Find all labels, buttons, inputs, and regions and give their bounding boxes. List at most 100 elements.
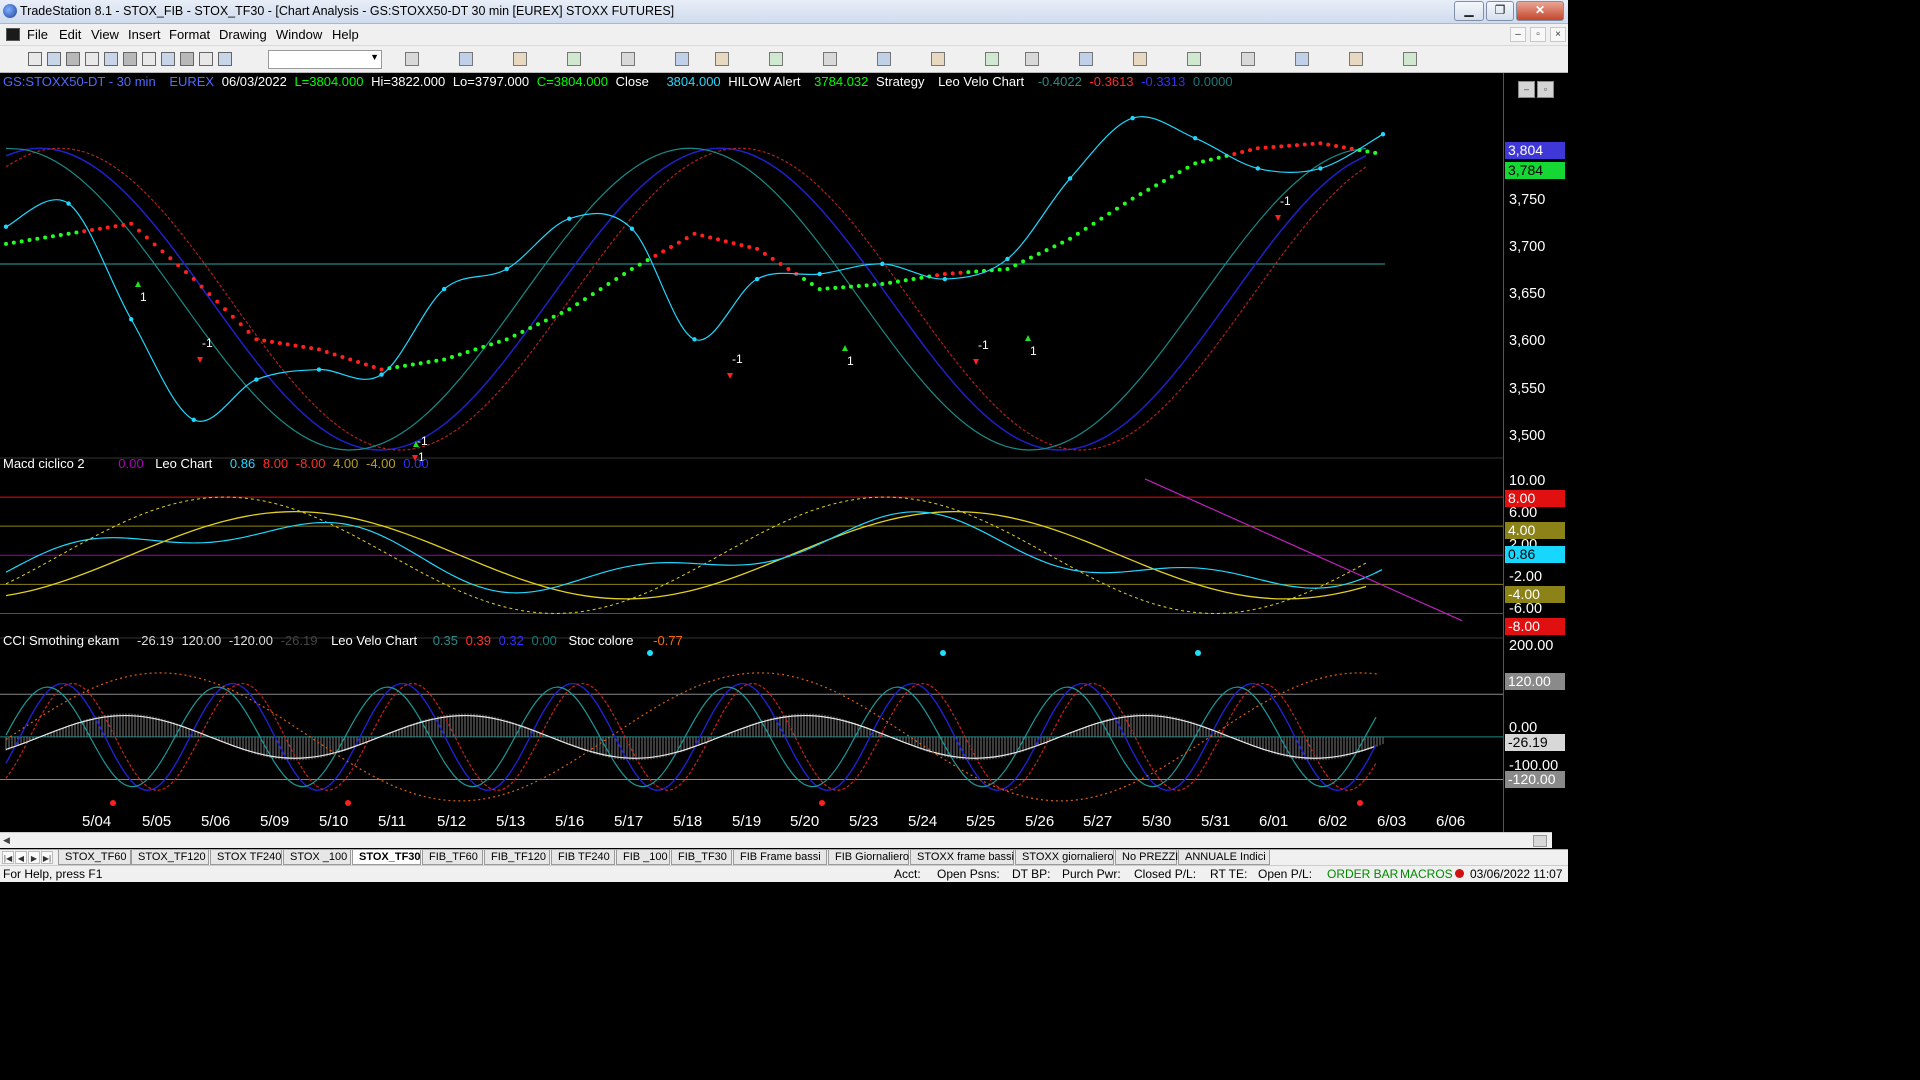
- date-tick: 5/23: [849, 813, 879, 830]
- tab-prev-icon[interactable]: ◀: [15, 851, 27, 864]
- order-bar-button[interactable]: ORDER BAR: [1327, 867, 1398, 881]
- print-icon[interactable]: [123, 52, 137, 66]
- menu-help[interactable]: Help: [332, 27, 359, 42]
- bar-spacing-icon[interactable]: [675, 52, 689, 66]
- signal-arrow: [1025, 335, 1031, 341]
- restore-button[interactable]: ❐: [1486, 1, 1514, 21]
- hilow-dot: [176, 263, 181, 268]
- menu-window[interactable]: Window: [276, 27, 322, 42]
- mdi-close-button[interactable]: ×: [1550, 27, 1566, 42]
- panel-minimize-button[interactable]: –: [1518, 81, 1535, 98]
- tab-stox-tf120[interactable]: STOX_TF120: [131, 850, 209, 865]
- tab-fib-tf240[interactable]: FIB TF240: [551, 850, 615, 865]
- chart-document-icon[interactable]: [6, 28, 20, 41]
- tab-fib-100[interactable]: FIB _100: [616, 850, 670, 865]
- pointer-icon[interactable]: [823, 52, 837, 66]
- hilow-dot: [1216, 155, 1221, 160]
- stoc-high-marker: [647, 650, 653, 656]
- tab-stox-tf240[interactable]: STOX TF240: [210, 850, 282, 865]
- hilow-dot: [880, 282, 885, 287]
- format-icon[interactable]: [180, 52, 194, 66]
- hilow-dot: [230, 314, 235, 319]
- hilow-dot: [1177, 170, 1182, 175]
- hilow-dot: [1083, 226, 1088, 231]
- trendline-icon[interactable]: [1025, 52, 1039, 66]
- signal-arrow: [135, 281, 141, 287]
- hilow-dot: [567, 307, 572, 312]
- tab-next-icon[interactable]: ▶: [28, 851, 40, 864]
- close-point: [817, 271, 822, 277]
- tab-first-icon[interactable]: |◀: [2, 851, 14, 864]
- save-icon[interactable]: [66, 52, 80, 66]
- mdi-minimize-button[interactable]: –: [1510, 27, 1526, 42]
- crosshair-icon[interactable]: [877, 52, 891, 66]
- tab-fib-giornaliero[interactable]: FIB Giornaliero: [828, 850, 909, 865]
- tab-stoxx-frame-bassi[interactable]: STOXX frame bassi: [910, 850, 1014, 865]
- date-tick: 5/26: [1025, 813, 1055, 830]
- insert-analysis-icon[interactable]: [459, 52, 473, 66]
- tab-annuale-indici[interactable]: ANNUALE Indici: [1178, 850, 1270, 865]
- scroll-left-icon[interactable]: ◀: [3, 835, 10, 846]
- hilow-dot: [309, 346, 314, 351]
- arrow-down-icon[interactable]: [1241, 52, 1255, 66]
- indicator-icon[interactable]: [567, 52, 581, 66]
- new-icon[interactable]: [28, 52, 42, 66]
- tab-stox-tf30[interactable]: STOX_TF30: [352, 850, 421, 865]
- pattern-icon[interactable]: [621, 52, 635, 66]
- fibonacci-icon[interactable]: [1079, 52, 1093, 66]
- tools-icon[interactable]: [931, 52, 945, 66]
- tab-stoxx-giornaliero[interactable]: STOXX giornaliero: [1015, 850, 1114, 865]
- menu-format[interactable]: Format: [169, 27, 210, 42]
- symbol-combo[interactable]: ▼: [268, 50, 382, 69]
- tab-stox-100[interactable]: STOX _100: [283, 850, 351, 865]
- copy-icon[interactable]: [85, 52, 99, 66]
- hide-icon[interactable]: [985, 52, 999, 66]
- minimize-button[interactable]: ▁: [1454, 1, 1484, 21]
- tab-fib-tf30[interactable]: FIB_TF30: [671, 850, 732, 865]
- ellipse-icon[interactable]: [1295, 52, 1309, 66]
- chart-area[interactable]: 1 -1 -1 1 -1 -1 1 1 -1: [0, 73, 1568, 835]
- menu-insert[interactable]: Insert: [128, 27, 161, 42]
- globe-icon[interactable]: [218, 52, 232, 66]
- close-button[interactable]: ✕: [1516, 1, 1564, 21]
- chart-icon[interactable]: [161, 52, 175, 66]
- zoom-out-icon[interactable]: [769, 52, 783, 66]
- folder-icon[interactable]: [104, 52, 118, 66]
- menu-file[interactable]: File: [27, 27, 48, 42]
- menu-drawing[interactable]: Drawing: [219, 27, 267, 42]
- macros-button[interactable]: MACROS: [1400, 867, 1453, 881]
- panel-restore-button[interactable]: ▫: [1537, 81, 1554, 98]
- open-icon[interactable]: [47, 52, 61, 66]
- macd-tag-minus4: -4.00: [1505, 586, 1565, 603]
- scroll-thumb[interactable]: [1533, 835, 1547, 847]
- print-preview-icon[interactable]: [142, 52, 156, 66]
- hilow-dot: [379, 367, 384, 372]
- tab-stox-tf60[interactable]: STOX_TF60: [58, 850, 131, 865]
- tab-fib-frame-bassi[interactable]: FIB Frame bassi: [733, 850, 827, 865]
- find-icon[interactable]: [405, 52, 419, 66]
- menu-view[interactable]: View: [91, 27, 119, 42]
- hilow-dot: [755, 246, 760, 251]
- tab-fib-tf60[interactable]: FIB_TF60: [422, 850, 483, 865]
- price-tick: 3,600: [1509, 333, 1546, 349]
- text-icon[interactable]: [1403, 52, 1417, 66]
- rectangle-icon[interactable]: [1349, 52, 1363, 66]
- chart-scrollbar[interactable]: ◀: [0, 832, 1552, 848]
- tab-fib-tf120[interactable]: FIB_TF120: [484, 850, 550, 865]
- tab-last-icon[interactable]: ▶|: [41, 851, 53, 864]
- hilow-dot: [864, 283, 869, 288]
- strategy-icon[interactable]: [513, 52, 527, 66]
- chart-canvas[interactable]: 1-1-11-1-111-1: [0, 73, 1503, 835]
- zoom-in-icon[interactable]: [715, 52, 729, 66]
- menu-edit[interactable]: Edit: [59, 27, 81, 42]
- hilow-dot: [442, 357, 447, 362]
- mdi-restore-button[interactable]: ▫: [1530, 27, 1546, 42]
- arrow-up-icon[interactable]: [1187, 52, 1201, 66]
- hilow-dot: [598, 287, 603, 292]
- channel-icon[interactable]: [1133, 52, 1147, 66]
- hilow-dot: [1013, 263, 1018, 268]
- tab-no-prezzi[interactable]: No PREZZI: [1115, 850, 1178, 865]
- lock-icon[interactable]: [199, 52, 213, 66]
- hilow-dot: [645, 258, 650, 263]
- hilow-dot: [1232, 151, 1237, 156]
